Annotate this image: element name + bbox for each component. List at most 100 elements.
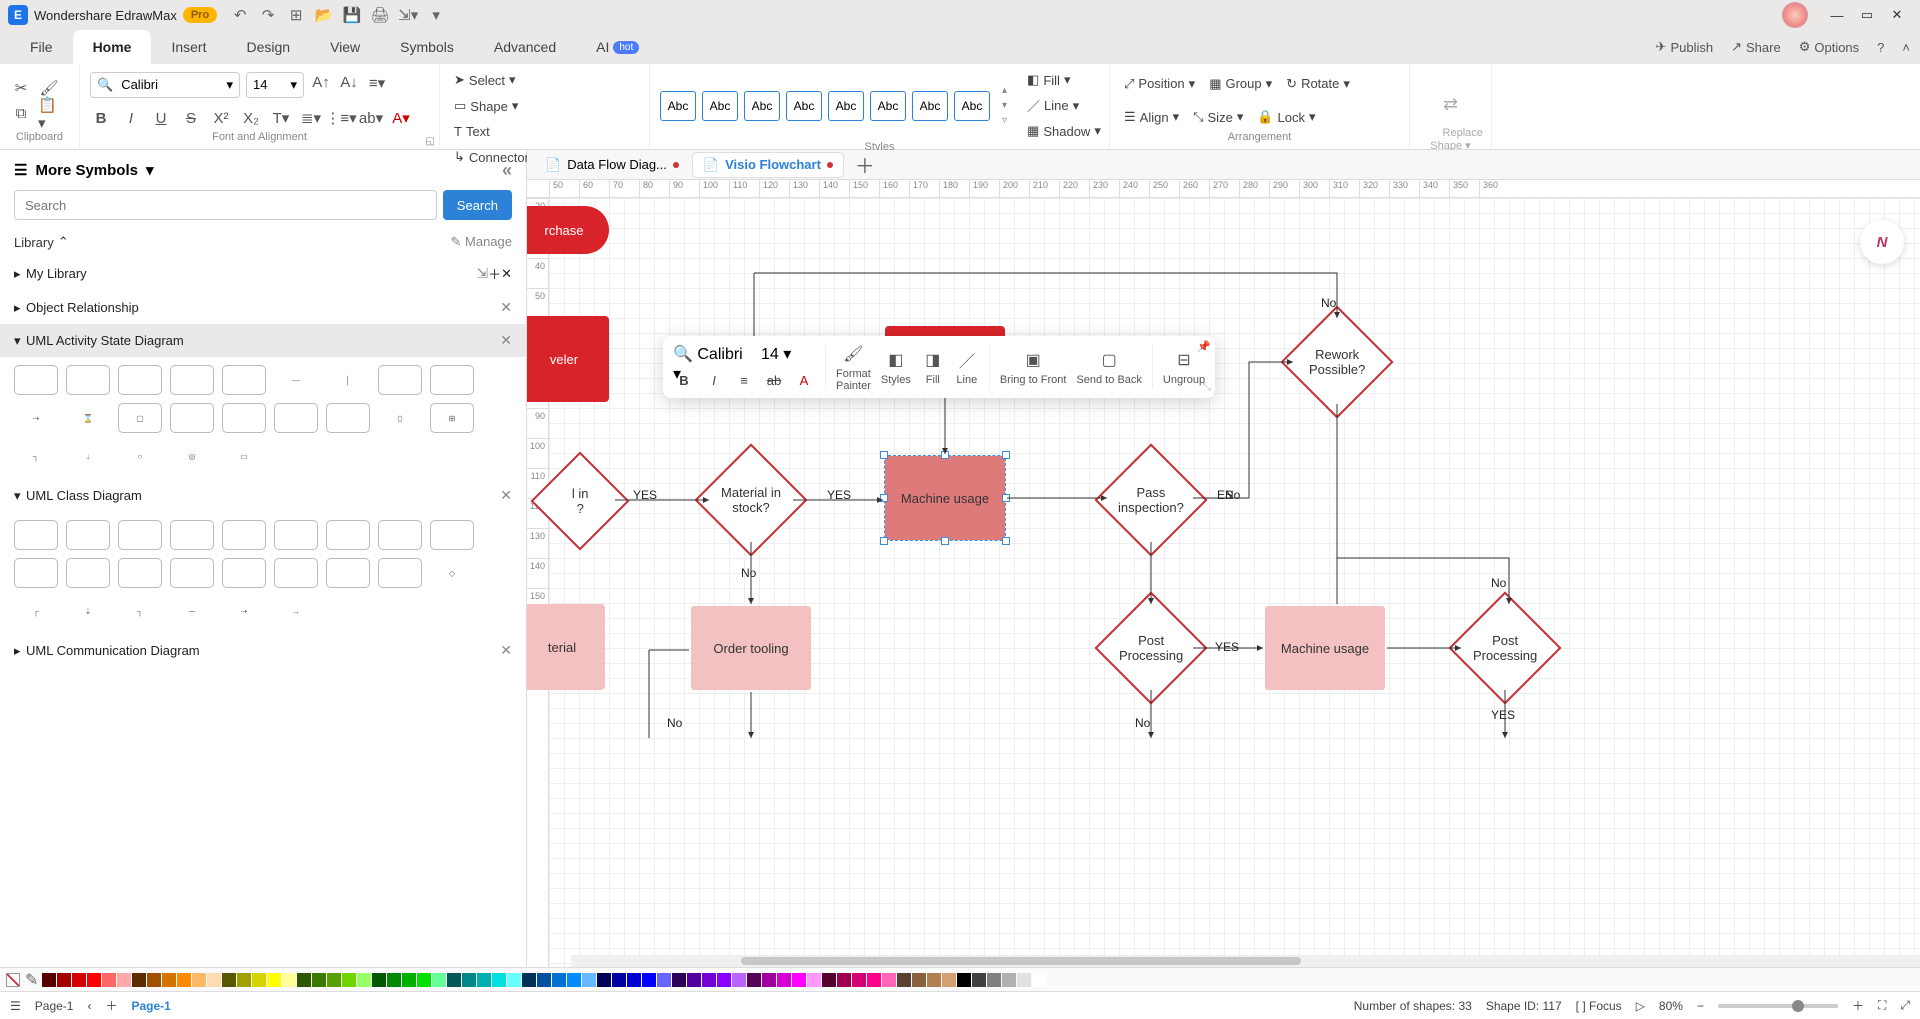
float-format-painter[interactable]: 🖌Format Painter: [836, 342, 871, 392]
no-fill-swatch[interactable]: [6, 973, 20, 987]
font-family-select[interactable]: 🔍Calibri▾: [90, 72, 240, 98]
avatar[interactable]: [1782, 2, 1808, 28]
style-preset-4[interactable]: Abc: [786, 91, 822, 121]
more-quick-icon[interactable]: ▾: [427, 6, 445, 24]
page-menu-icon[interactable]: ☰: [10, 999, 21, 1013]
color-swatch[interactable]: [117, 973, 131, 987]
style-gallery-icon[interactable]: ▿: [1002, 115, 1007, 126]
class-close-icon[interactable]: ✕: [500, 487, 512, 504]
menu-view[interactable]: View: [310, 30, 380, 64]
color-swatch[interactable]: [852, 973, 866, 987]
canvas-hscrollbar[interactable]: [571, 955, 1920, 967]
help-icon[interactable]: ?: [1877, 30, 1884, 64]
zoom-slider[interactable]: [1718, 1004, 1838, 1008]
color-swatch[interactable]: [1032, 973, 1046, 987]
fit-page-icon[interactable]: ⛶: [1878, 998, 1886, 1013]
symbol-thumb[interactable]: [170, 558, 214, 588]
cat-uml-class[interactable]: ▾UML Class Diagram✕: [0, 479, 526, 512]
color-swatch[interactable]: [1017, 973, 1031, 987]
symbol-thumb[interactable]: │: [326, 365, 370, 395]
minimize-button[interactable]: —: [1822, 5, 1852, 25]
style-preset-8[interactable]: Abc: [954, 91, 990, 121]
float-bring-front[interactable]: ▣Bring to Front: [1000, 348, 1067, 386]
focus-button[interactable]: [ ] Focus: [1576, 999, 1622, 1013]
line-dropdown[interactable]: ／ Line ▾: [1023, 94, 1105, 117]
new-tab-button[interactable]: ＋: [847, 150, 883, 179]
float-font-select[interactable]: 🔍 Calibri ▾: [673, 344, 753, 366]
menu-insert[interactable]: Insert: [151, 30, 226, 64]
manage-link[interactable]: ✎ Manage: [451, 234, 513, 250]
size-dropdown[interactable]: ⤡ Size ▾: [1189, 107, 1247, 127]
canvas[interactable]: rchase veler terial l in ? Material in s…: [549, 198, 1920, 967]
color-swatch[interactable]: [897, 973, 911, 987]
color-swatch[interactable]: [102, 973, 116, 987]
color-swatch[interactable]: [282, 973, 296, 987]
color-swatch[interactable]: [552, 973, 566, 987]
color-swatch[interactable]: [537, 973, 551, 987]
symbol-thumb[interactable]: [222, 365, 266, 395]
float-styles[interactable]: ◧Styles: [881, 348, 911, 386]
color-swatch[interactable]: [312, 973, 326, 987]
float-italic-icon[interactable]: I: [703, 370, 725, 390]
ai-assistant-bubble[interactable]: N: [1860, 220, 1904, 264]
color-swatch[interactable]: [477, 973, 491, 987]
symbol-thumb[interactable]: [274, 403, 318, 433]
shape-pass-inspection[interactable]: Pass inspection?: [1094, 443, 1207, 556]
redo-icon[interactable]: ↷: [259, 6, 277, 24]
shape-rework[interactable]: Rework Possible?: [1280, 305, 1393, 418]
color-swatch[interactable]: [567, 973, 581, 987]
symbol-thumb[interactable]: [430, 365, 474, 395]
symbol-thumb[interactable]: ⇣: [66, 596, 110, 626]
color-swatch[interactable]: [702, 973, 716, 987]
maximize-button[interactable]: ▭: [1852, 5, 1882, 25]
color-swatch[interactable]: [162, 973, 176, 987]
increase-font-icon[interactable]: A↑: [310, 72, 332, 94]
mylib-import-icon[interactable]: ⇲: [476, 265, 488, 282]
strike-icon[interactable]: S: [180, 107, 202, 129]
symbol-thumb[interactable]: [14, 365, 58, 395]
floating-toolbar[interactable]: 🔍 Calibri ▾ 14 ▾ B I ≡ ab A 🖌Format Pain…: [663, 336, 1215, 398]
symbol-thumb[interactable]: [118, 558, 162, 588]
copy-icon[interactable]: ⧉: [10, 103, 32, 125]
close-button[interactable]: ✕: [1882, 5, 1912, 25]
color-swatch[interactable]: [87, 973, 101, 987]
menu-design[interactable]: Design: [226, 30, 310, 64]
menu-advanced[interactable]: Advanced: [474, 30, 576, 64]
cat-uml-communication[interactable]: ▸UML Communication Diagram✕: [0, 634, 526, 667]
play-icon[interactable]: ▷: [1636, 999, 1645, 1013]
paste-icon[interactable]: 📋▾: [38, 103, 60, 125]
cut-icon[interactable]: ✂: [10, 77, 32, 99]
underline-icon[interactable]: U: [150, 107, 172, 129]
subscript-icon[interactable]: X₂: [240, 107, 262, 129]
eyedropper-icon[interactable]: ✎: [25, 970, 38, 990]
font-size-select[interactable]: 14▾: [246, 72, 304, 98]
text-tool[interactable]: TText: [450, 122, 544, 141]
color-swatch[interactable]: [72, 973, 86, 987]
mylib-add-icon[interactable]: ＋: [488, 264, 501, 283]
symbol-thumb[interactable]: [274, 558, 318, 588]
float-ungroup[interactable]: ⊟Ungroup: [1163, 348, 1205, 386]
symbol-thumb[interactable]: [430, 520, 474, 550]
symbol-thumb[interactable]: ─: [170, 596, 214, 626]
fullscreen-icon[interactable]: ⤢: [1900, 998, 1910, 1013]
shape-partial-2[interactable]: veler: [527, 316, 609, 402]
color-swatch[interactable]: [582, 973, 596, 987]
zoom-in-icon[interactable]: ＋: [1852, 997, 1864, 1014]
float-line[interactable]: ／Line: [955, 348, 979, 386]
style-preset-7[interactable]: Abc: [912, 91, 948, 121]
symbol-thumb[interactable]: [326, 558, 370, 588]
italic-icon[interactable]: I: [120, 107, 142, 129]
print-icon[interactable]: 🖨: [371, 6, 389, 24]
symbol-thumb[interactable]: ◇: [430, 558, 474, 588]
color-swatch[interactable]: [882, 973, 896, 987]
new-icon[interactable]: ⊞: [287, 6, 305, 24]
symbol-thumb[interactable]: [170, 365, 214, 395]
float-send-back[interactable]: ▢Send to Back: [1076, 348, 1141, 386]
color-swatch[interactable]: [507, 973, 521, 987]
color-swatch[interactable]: [417, 973, 431, 987]
shape-partial-1[interactable]: rchase: [527, 206, 609, 254]
position-dropdown[interactable]: ⤢ Position ▾: [1120, 74, 1199, 94]
color-swatch[interactable]: [987, 973, 1001, 987]
color-swatch[interactable]: [447, 973, 461, 987]
color-swatch[interactable]: [807, 973, 821, 987]
